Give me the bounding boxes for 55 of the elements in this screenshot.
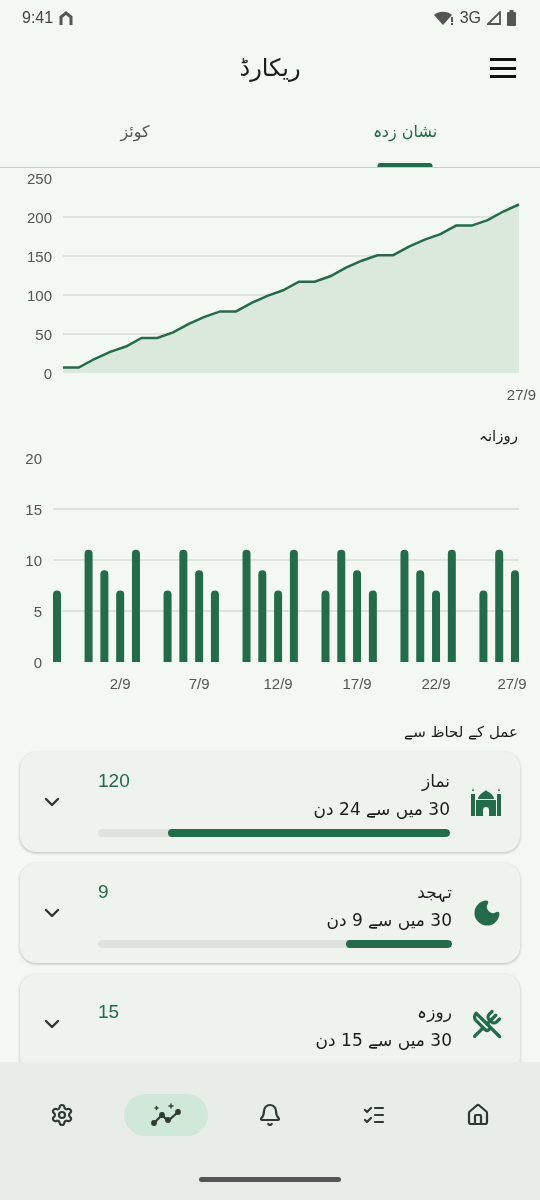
- deed-name: تہجد: [417, 882, 452, 902]
- y-axis-label: 100: [26, 287, 52, 304]
- bar: [479, 590, 488, 662]
- settings-icon: [50, 1103, 74, 1127]
- mosque-icon: [470, 788, 502, 816]
- x-axis-label: 22/9: [421, 675, 451, 692]
- signal-icon: [487, 11, 501, 25]
- y-axis-label: 20: [25, 450, 42, 467]
- home-icon: [466, 1103, 490, 1127]
- deed-count: 9: [98, 881, 109, 903]
- deed-name: روزہ: [417, 1002, 452, 1022]
- y-axis-label: 250: [26, 170, 52, 187]
- y-axis-label: 200: [26, 209, 52, 226]
- bar: [53, 590, 61, 662]
- y-axis-label: 5: [33, 603, 42, 620]
- y-axis-label: 15: [25, 501, 42, 518]
- x-axis-label: 17/9: [342, 675, 372, 692]
- bar: [210, 590, 219, 662]
- screen-title: ریکارڈ: [239, 54, 301, 82]
- network-type: 3G: [459, 9, 481, 27]
- tab[interactable]: نشان زدہ: [270, 100, 540, 167]
- y-axis-label: 50: [35, 326, 52, 343]
- x-axis-label: 2/9: [109, 675, 131, 692]
- bar: [432, 590, 441, 662]
- bar: [116, 590, 125, 662]
- y-axis-label: 150: [26, 248, 52, 265]
- deed-summary: 30 میں سے 9 دن: [326, 910, 452, 930]
- nav-button[interactable]: [124, 1094, 208, 1136]
- menu-button[interactable]: [490, 58, 516, 78]
- bar: [274, 590, 283, 662]
- status-time: 9:41: [22, 9, 54, 27]
- tab[interactable]: کوئز: [0, 100, 270, 167]
- bar: [368, 590, 377, 662]
- wifi-icon: [433, 11, 454, 25]
- section-title: عمل کے لحاظ سے: [404, 723, 518, 741]
- y-axis-label: 10: [25, 552, 42, 569]
- deed-count: 120: [98, 770, 130, 792]
- notifications-icon: [258, 1103, 282, 1127]
- x-axis-label: 27/9: [497, 675, 527, 692]
- no-food-icon: [472, 1009, 502, 1039]
- deed-count: 15: [98, 1001, 120, 1023]
- x-axis-label: 27/9: [506, 386, 536, 403]
- x-axis-label: 12/9: [263, 675, 293, 692]
- insights-icon: [151, 1103, 181, 1127]
- battery-icon: [507, 10, 516, 26]
- bar: [321, 590, 330, 662]
- y-axis-label: 0: [33, 654, 42, 671]
- chart-title: روزانہ: [478, 427, 518, 445]
- x-axis-label: 7/9: [188, 675, 210, 692]
- deed-summary: 30 میں سے 15 دن: [315, 1030, 452, 1050]
- deed-summary: 30 میں سے 24 دن: [313, 799, 450, 819]
- bar: [163, 590, 172, 662]
- moon-icon: [472, 898, 502, 928]
- deed-name: نماز: [422, 771, 450, 791]
- y-axis-label: 0: [43, 365, 52, 382]
